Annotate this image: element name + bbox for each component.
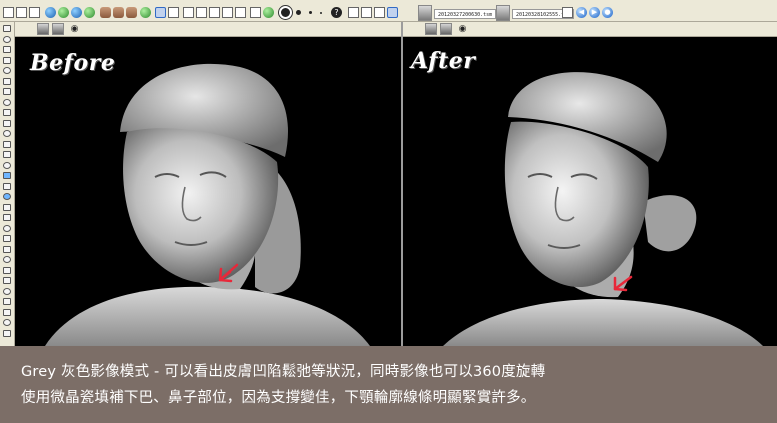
palette-tool-icon[interactable]	[3, 182, 11, 190]
eye-icon[interactable]: ◉	[69, 24, 80, 35]
layout-wide-icon[interactable]	[235, 7, 246, 18]
export-icon[interactable]	[374, 7, 385, 18]
shoulders-after	[443, 299, 763, 346]
viewport-after-strip: ◉	[403, 22, 777, 37]
brush-small-icon[interactable]	[309, 11, 312, 14]
crosshair-icon[interactable]	[250, 7, 261, 18]
palette-tool-icon[interactable]	[3, 319, 11, 326]
palette-tool-icon[interactable]	[3, 161, 11, 169]
view-icon[interactable]	[387, 7, 398, 18]
scan-render-before	[45, 63, 370, 346]
face-alt-icon[interactable]	[113, 7, 124, 18]
brush-medium-icon[interactable]	[296, 10, 301, 15]
caption-bar: Grey 灰色影像模式 - 可以看出皮膚凹陷鬆弛等狀況，同時影像也可以360度旋…	[0, 346, 777, 423]
nav-cycle-icon[interactable]: ●	[602, 7, 613, 18]
face-shaded-icon[interactable]	[126, 7, 137, 18]
after-thumb-2[interactable]	[440, 23, 452, 35]
tool-palette	[0, 22, 15, 346]
help-icon[interactable]: ?	[331, 7, 342, 18]
palette-tool-icon[interactable]	[3, 287, 11, 295]
face-icon[interactable]	[100, 7, 111, 18]
eye-icon[interactable]: ◉	[457, 24, 468, 35]
select-icon[interactable]	[155, 7, 166, 18]
brush-large-icon[interactable]	[279, 6, 292, 19]
shoulders-before	[45, 286, 370, 346]
viewport-before-strip: ◉	[15, 22, 401, 37]
nav-forward-icon[interactable]: ▶	[589, 7, 600, 18]
palette-tool-icon[interactable]	[3, 329, 11, 337]
palette-tool-icon[interactable]	[3, 172, 11, 179]
palette-tool-icon[interactable]	[3, 35, 11, 43]
palette-tool-icon[interactable]	[3, 46, 11, 53]
palette-tool-icon[interactable]	[3, 298, 11, 305]
palette-tool-icon[interactable]	[3, 109, 11, 116]
viewport-before[interactable]: ◉ Before	[15, 22, 401, 346]
before-label: Before	[30, 50, 116, 76]
palette-tool-icon[interactable]	[3, 67, 11, 74]
scan-thumbnail-before[interactable]	[418, 5, 432, 21]
palette-tool-icon[interactable]	[3, 56, 11, 64]
palette-tool-icon[interactable]	[3, 193, 11, 200]
layout-split-icon[interactable]	[196, 7, 207, 18]
palette-tool-icon[interactable]	[3, 256, 11, 263]
palette-tool-icon[interactable]	[3, 130, 11, 137]
palette-tool-icon[interactable]	[3, 151, 11, 158]
eye-toggle-icon[interactable]	[562, 7, 573, 18]
after-thumb-1[interactable]	[425, 23, 437, 35]
palette-tool-icon[interactable]	[3, 266, 11, 274]
camera-icon[interactable]	[361, 7, 372, 18]
layout-grid-icon[interactable]	[209, 7, 220, 18]
palette-tool-icon[interactable]	[3, 245, 11, 253]
palette-tool-icon[interactable]	[3, 98, 11, 106]
scan-render-after	[443, 72, 763, 346]
palette-tool-icon[interactable]	[3, 235, 11, 242]
scan-thumbnail-after[interactable]	[496, 5, 510, 21]
move-icon[interactable]	[168, 7, 179, 18]
face-before	[123, 128, 279, 283]
after-label: After	[411, 48, 476, 74]
palette-tool-icon[interactable]	[3, 25, 11, 32]
hair-side-after	[643, 195, 697, 252]
palette-tool-icon[interactable]	[3, 224, 11, 232]
palette-tool-icon[interactable]	[3, 214, 11, 221]
viewport-after[interactable]: ◉ After	[403, 22, 777, 346]
tree-icon[interactable]	[263, 7, 274, 18]
before-thumb-1[interactable]	[37, 23, 49, 35]
sphere-icon[interactable]	[58, 7, 69, 18]
palette-tool-icon[interactable]	[3, 308, 11, 316]
main-toolbar: ? 20120327200630.tsm 20120328102555.tsm …	[0, 4, 777, 22]
palette-tool-icon[interactable]	[3, 203, 11, 211]
globe-rotate-icon[interactable]	[71, 7, 82, 18]
caption-line-1: Grey 灰色影像模式 - 可以看出皮膚凹陷鬆弛等狀況，同時影像也可以360度旋…	[21, 364, 546, 380]
before-thumb-2[interactable]	[52, 23, 64, 35]
save-icon[interactable]	[16, 7, 27, 18]
brush-tiny-icon[interactable]	[320, 12, 322, 14]
layout-quad-icon[interactable]	[222, 7, 233, 18]
palette-tool-icon[interactable]	[3, 77, 11, 85]
texture-icon[interactable]	[140, 7, 151, 18]
nav-back-icon[interactable]: ◀	[576, 7, 587, 18]
palette-tool-icon[interactable]	[3, 140, 11, 148]
timestamp-before[interactable]: 20120327200630.tsm	[434, 9, 497, 19]
open-icon[interactable]	[3, 7, 14, 18]
layout-single-icon[interactable]	[183, 7, 194, 18]
palette-tool-icon[interactable]	[3, 88, 11, 95]
palette-tool-icon[interactable]	[3, 277, 11, 284]
globe-icon[interactable]	[45, 7, 56, 18]
caption-line-2: 使用微晶瓷填補下巴、鼻子部位，因為支撐變佳，下顎輪廓線條明顯緊實許多。	[21, 390, 536, 406]
edit-icon[interactable]	[29, 7, 40, 18]
document-icon[interactable]	[348, 7, 359, 18]
palette-tool-icon[interactable]	[3, 119, 11, 127]
smooth-icon[interactable]	[84, 7, 95, 18]
